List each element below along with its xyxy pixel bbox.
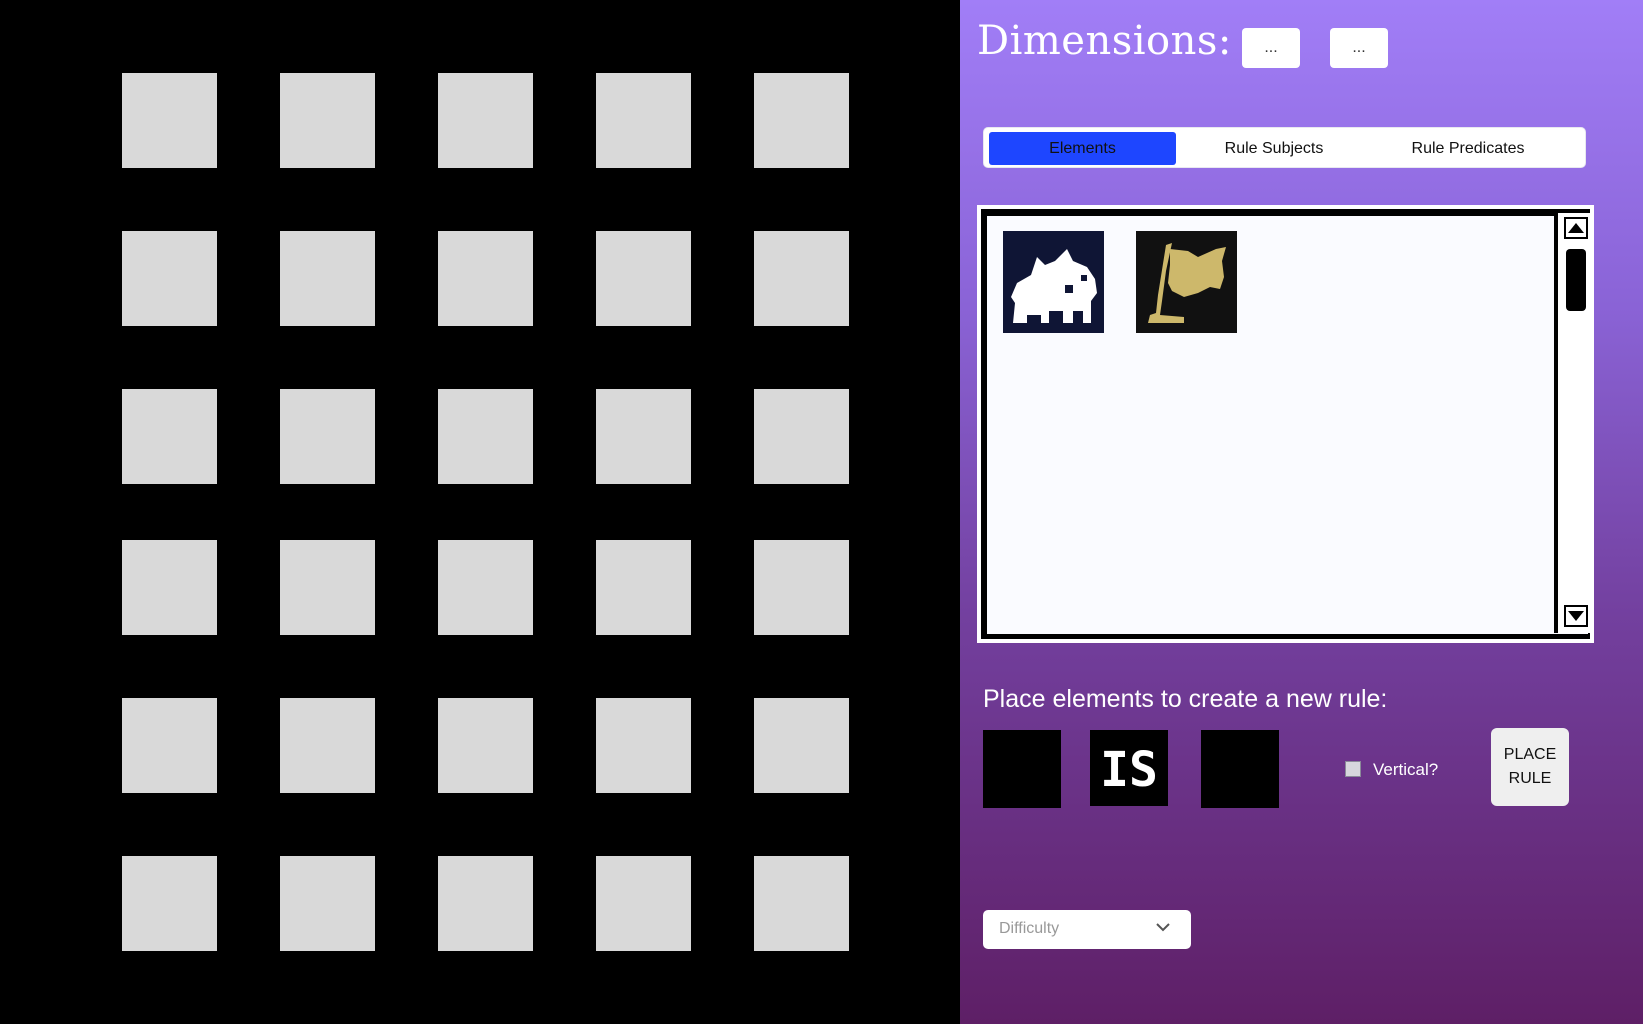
grid-cell[interactable] <box>122 698 217 793</box>
grid-cell[interactable] <box>438 540 533 635</box>
vertical-checkbox[interactable] <box>1345 761 1361 777</box>
is-text-icon: IS <box>1090 730 1168 806</box>
grid-cell[interactable] <box>122 540 217 635</box>
grid-cell[interactable] <box>280 231 375 326</box>
grid-cell[interactable] <box>596 698 691 793</box>
place-rule-button[interactable]: PLACE RULE <box>1491 728 1569 806</box>
grid-cell[interactable] <box>754 231 849 326</box>
grid-cell[interactable] <box>596 540 691 635</box>
grid-cell[interactable] <box>596 231 691 326</box>
grid-cell[interactable] <box>280 389 375 484</box>
grid-cell[interactable] <box>122 856 217 951</box>
grid-cell[interactable] <box>438 698 533 793</box>
grid-cell[interactable] <box>596 73 691 168</box>
editor-panel: Dimensions: ... ... Elements Rule Subjec… <box>960 0 1643 1024</box>
difficulty-select[interactable]: Difficulty <box>983 910 1191 949</box>
palette-tabs: Elements Rule Subjects Rule Predicates <box>983 127 1586 168</box>
grid-cell[interactable] <box>754 698 849 793</box>
flag-icon <box>1136 231 1237 333</box>
scroll-up-icon[interactable] <box>1564 217 1588 239</box>
grid-cell[interactable] <box>754 73 849 168</box>
rule-operator-is-tile: IS <box>1090 730 1168 806</box>
tab-elements[interactable]: Elements <box>989 132 1176 165</box>
grid-cell[interactable] <box>280 73 375 168</box>
scroll-down-icon[interactable] <box>1564 605 1588 627</box>
is-label: IS <box>1100 742 1158 798</box>
baba-element-tile[interactable] <box>1003 231 1104 333</box>
grid-cell[interactable] <box>122 389 217 484</box>
grid-cell[interactable] <box>438 856 533 951</box>
grid-cell[interactable] <box>754 389 849 484</box>
rule-heading: Place elements to create a new rule: <box>983 685 1388 713</box>
rule-predicate-slot[interactable] <box>1201 730 1279 808</box>
scroll-thumb[interactable] <box>1566 249 1586 311</box>
vertical-label: Vertical? <box>1373 760 1439 779</box>
grid-cell[interactable] <box>754 540 849 635</box>
grid-cell[interactable] <box>122 231 217 326</box>
dimension-width-button[interactable]: ... <box>1242 28 1300 68</box>
grid-cell[interactable] <box>438 73 533 168</box>
level-grid <box>0 0 960 1024</box>
grid-cell[interactable] <box>438 231 533 326</box>
grid-cell[interactable] <box>122 73 217 168</box>
chevron-down-icon <box>1156 923 1170 932</box>
grid-cell[interactable] <box>280 540 375 635</box>
palette-scrollbar[interactable] <box>1554 213 1592 633</box>
grid-cell[interactable] <box>280 698 375 793</box>
tab-rule-subjects[interactable]: Rule Subjects <box>1181 132 1367 165</box>
rule-subject-slot[interactable] <box>983 730 1061 808</box>
flag-element-tile[interactable] <box>1136 231 1237 333</box>
baba-icon <box>1003 231 1104 333</box>
grid-cell[interactable] <box>438 389 533 484</box>
difficulty-placeholder: Difficulty <box>999 920 1060 937</box>
grid-cell[interactable] <box>280 856 375 951</box>
grid-cell[interactable] <box>596 389 691 484</box>
tab-rule-predicates[interactable]: Rule Predicates <box>1382 132 1554 165</box>
grid-cell[interactable] <box>754 856 849 951</box>
dimension-height-button[interactable]: ... <box>1330 28 1388 68</box>
grid-cell[interactable] <box>596 856 691 951</box>
dimensions-label: Dimensions: <box>977 18 1232 64</box>
